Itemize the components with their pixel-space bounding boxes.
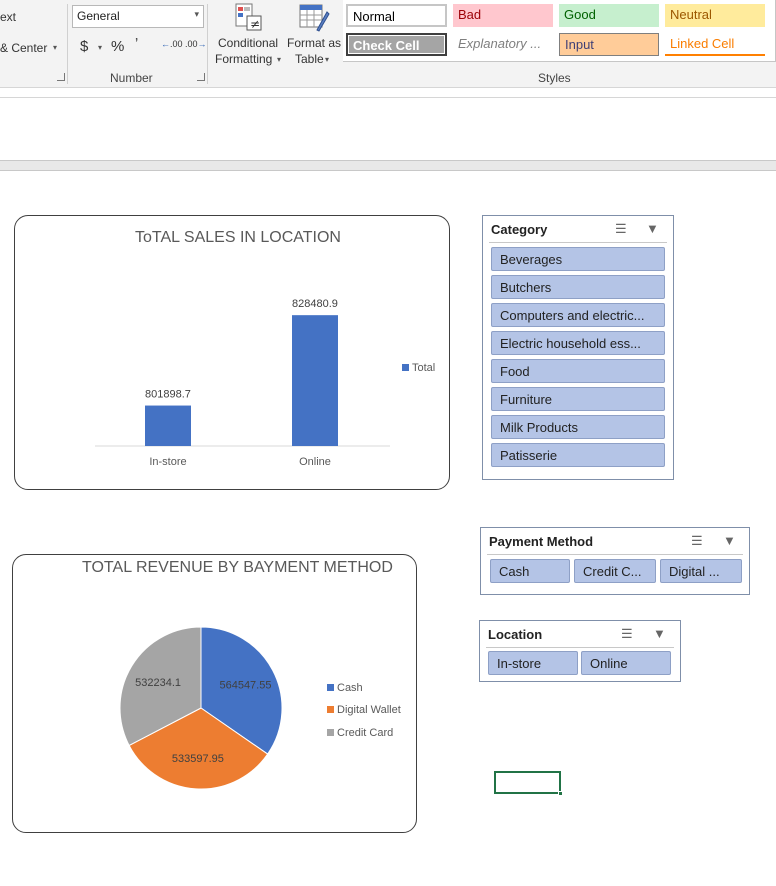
location-item-in-store[interactable]: In-store: [488, 651, 578, 675]
merge-center-dropdown-icon[interactable]: ▾: [53, 43, 57, 52]
column-header-strip: [0, 161, 776, 171]
bar-online: [292, 315, 338, 446]
legend-label: Digital Wallet: [337, 704, 401, 716]
cell-style-bad[interactable]: Bad: [453, 4, 553, 27]
merge-center-button[interactable]: & Center: [0, 41, 47, 55]
multi-select-icon[interactable]: ☰: [621, 626, 633, 642]
legend-swatch: [402, 364, 409, 371]
legend-label: Total: [412, 362, 436, 374]
slicer-title: Category: [491, 222, 548, 237]
slicer-divider: [486, 647, 674, 648]
slicer-title: Payment Method: [489, 534, 594, 549]
group-separator: [207, 4, 208, 84]
data-label: 564547.55: [219, 680, 271, 692]
data-label: 532234.1: [135, 677, 181, 689]
currency-dropdown-icon[interactable]: ▾: [98, 43, 102, 52]
legend-swatch: [327, 706, 334, 713]
chevron-down-icon[interactable]: ▾: [325, 55, 329, 64]
payment-method-slicer[interactable]: Payment Method ☰ ▼ Cash Credit C... Digita…: [480, 527, 750, 595]
slicer-divider: [489, 242, 667, 243]
wrap-text-button[interactable]: ext: [0, 10, 16, 24]
location-slicer[interactable]: Location ☰ ▼ In-store Online: [479, 620, 681, 682]
multi-select-icon[interactable]: ☰: [615, 221, 627, 237]
decrease-decimal-button[interactable]: .00→: [185, 40, 207, 49]
conditional-formatting-label-1[interactable]: Conditional: [218, 36, 278, 50]
category-item-electric-household-ess[interactable]: Electric household ess...: [491, 331, 665, 355]
pie-plot-area: 564547.55 533597.95 532234.1: [119, 626, 283, 790]
number-dialog-launcher-icon[interactable]: [197, 73, 205, 81]
clear-filter-icon[interactable]: ▼: [646, 221, 659, 236]
sales-by-location-chart[interactable]: ToTAL SALES IN LOCATION 801898.7 In-store…: [14, 215, 450, 490]
formula-bar-area[interactable]: [0, 97, 776, 161]
slicer-divider: [487, 554, 743, 555]
number-format-value: General: [77, 9, 120, 23]
category-slicer[interactable]: Category ☰ ▼ Beverages Butchers Computers …: [482, 215, 674, 480]
category-tick-label: Online: [299, 456, 331, 468]
data-label: 801898.7: [145, 389, 191, 401]
bar-plot-area: 801898.7 In-store 828480.9 Online: [95, 298, 390, 468]
multi-select-icon[interactable]: ☰: [691, 533, 703, 549]
cell-style-explanatory[interactable]: Explanatory ...: [453, 33, 553, 56]
revenue-by-payment-chart[interactable]: TOTAL REVENUE BY BAYMENT METHOD 564547.5…: [12, 554, 417, 833]
format-as-table-icon[interactable]: [298, 2, 330, 32]
cell-style-normal[interactable]: Normal: [346, 4, 447, 27]
legend-swatch: [327, 684, 334, 691]
percent-style-button[interactable]: %: [111, 38, 124, 55]
legend-item-total: Total: [402, 362, 435, 374]
category-item-food[interactable]: Food: [491, 359, 665, 383]
ribbon: ext & Center ▾ General ▾ $ ▾ % ʼ ←.00 .0…: [0, 0, 776, 88]
increase-decimal-button[interactable]: ←.00: [161, 40, 183, 49]
legend-item-cash: Cash: [327, 682, 363, 694]
legend-label: Cash: [337, 682, 363, 694]
group-separator: [67, 4, 68, 84]
category-item-furniture[interactable]: Furniture: [491, 387, 665, 411]
category-item-beverages[interactable]: Beverages: [491, 247, 665, 271]
clear-filter-icon[interactable]: ▼: [723, 533, 736, 548]
category-tick-label: In-store: [149, 456, 186, 468]
location-item-online[interactable]: Online: [581, 651, 671, 675]
category-item-patisserie[interactable]: Patisserie: [491, 443, 665, 467]
cell-style-neutral[interactable]: Neutral: [665, 4, 765, 27]
styles-group-label: Styles: [538, 71, 571, 85]
comma-style-button[interactable]: ʼ: [135, 36, 138, 53]
payment-item-credit-c[interactable]: Credit C...: [574, 559, 656, 583]
increase-decimal-icon: ←: [161, 39, 170, 49]
payment-item-digital[interactable]: Digital ...: [660, 559, 742, 583]
legend-item-credit-card: Credit Card: [327, 727, 393, 739]
category-item-milk-products[interactable]: Milk Products: [491, 415, 665, 439]
svg-text:≠: ≠: [250, 17, 260, 31]
chevron-down-icon: ▾: [194, 9, 199, 19]
conditional-formatting-label-2[interactable]: Formatting: [215, 52, 272, 66]
fill-handle[interactable]: [558, 791, 563, 796]
cell-style-linked-cell[interactable]: Linked Cell: [665, 33, 765, 56]
active-cell-selection[interactable]: [494, 771, 563, 796]
alignment-dialog-launcher-icon[interactable]: [57, 73, 65, 81]
conditional-formatting-icon[interactable]: ≠: [234, 2, 264, 32]
data-label: 828480.9: [292, 298, 338, 310]
number-group-label: Number: [110, 71, 153, 85]
legend-item-digital-wallet: Digital Wallet: [327, 704, 401, 716]
chevron-down-icon[interactable]: ▾: [277, 55, 281, 64]
cell-style-check-cell[interactable]: Check Cell: [346, 33, 447, 56]
slicer-title: Location: [488, 627, 543, 642]
format-as-table-label-1[interactable]: Format as: [287, 36, 341, 50]
legend-swatch: [327, 729, 334, 736]
bar-in-store: [145, 405, 191, 446]
payment-item-cash[interactable]: Cash: [490, 559, 570, 583]
cell-style-input[interactable]: Input: [559, 33, 659, 56]
format-as-table-label-2[interactable]: Table: [295, 52, 324, 66]
cell-style-good[interactable]: Good: [559, 4, 659, 27]
currency-format-button[interactable]: $: [80, 38, 88, 55]
data-label: 533597.95: [172, 753, 224, 765]
category-item-computers-and-electric[interactable]: Computers and electric...: [491, 303, 665, 327]
number-format-dropdown[interactable]: General ▾: [72, 5, 204, 28]
legend-label: Credit Card: [337, 727, 394, 739]
decrease-decimal-icon: →: [197, 39, 207, 49]
category-item-butchers[interactable]: Butchers: [491, 275, 665, 299]
clear-filter-icon[interactable]: ▼: [653, 626, 666, 641]
